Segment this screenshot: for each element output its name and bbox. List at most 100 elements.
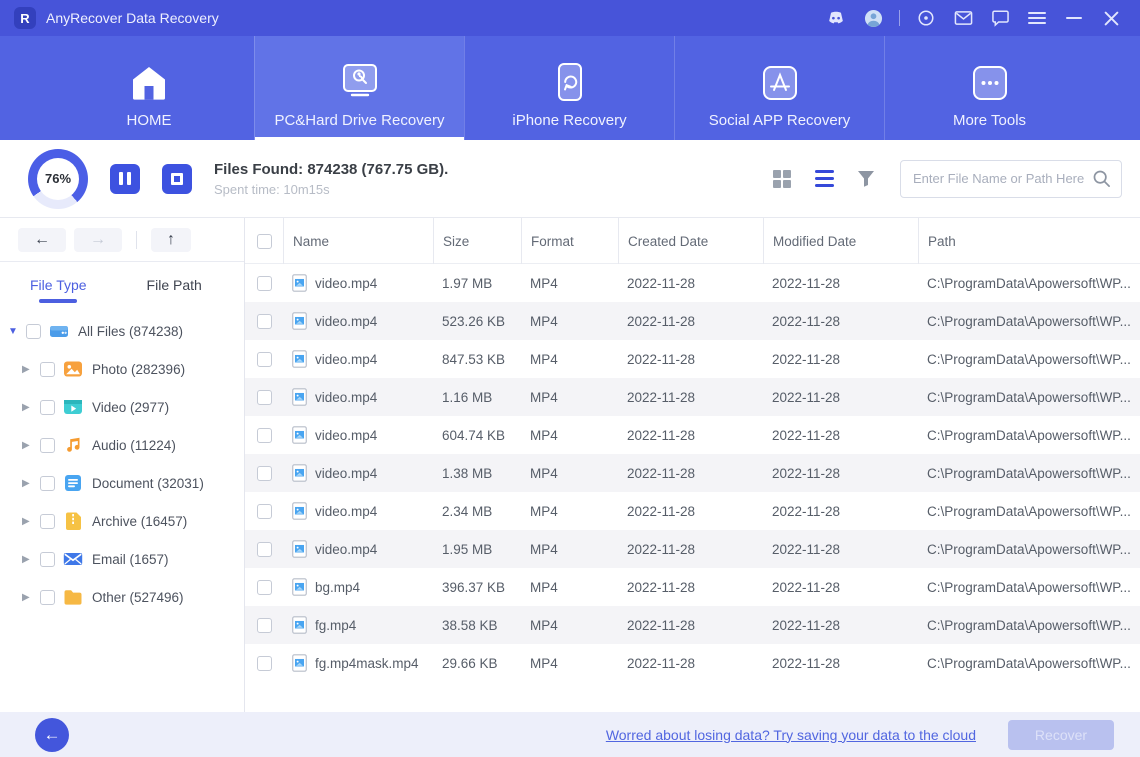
column-header-format[interactable]: Format bbox=[521, 218, 618, 264]
table-row[interactable]: video.mp4 1.95 MB MP4 2022-11-28 2022-11-28 C… bbox=[245, 530, 1140, 568]
table-row[interactable]: video.mp4 604.74 KB MP4 2022-11-28 2022-11-2… bbox=[245, 416, 1140, 454]
expand-arrow-icon[interactable]: ▶ bbox=[22, 478, 36, 489]
file-name: video.mp4 bbox=[315, 541, 378, 557]
table-row[interactable]: fg.mp4mask.mp4 29.66 KB MP4 2022-11-28 2022-… bbox=[245, 644, 1140, 682]
tab-more-tools[interactable]: More Tools bbox=[884, 36, 1094, 140]
tab-file-type[interactable]: File Type bbox=[26, 265, 91, 305]
table-row[interactable]: fg.mp4 38.58 KB MP4 2022-11-28 2022-11-28 C:\… bbox=[245, 606, 1140, 644]
back-arrow-button[interactable]: ← bbox=[18, 227, 66, 252]
table-row[interactable]: video.mp4 1.16 MB MP4 2022-11-28 2022-11-28 C… bbox=[245, 378, 1140, 416]
tree-item-checkbox[interactable] bbox=[40, 437, 55, 453]
search-input[interactable] bbox=[913, 171, 1092, 186]
expand-arrow-icon[interactable]: ▶ bbox=[22, 592, 36, 603]
row-checkbox[interactable] bbox=[256, 351, 272, 367]
file-format: MP4 bbox=[530, 503, 558, 519]
column-header-modified-date[interactable]: Modified Date bbox=[763, 218, 918, 264]
column-header-created-date[interactable]: Created Date bbox=[618, 218, 763, 264]
stop-button[interactable] bbox=[162, 163, 192, 194]
row-checkbox[interactable] bbox=[256, 465, 272, 481]
modified-date: 2022-11-28 bbox=[772, 503, 841, 519]
forward-arrow-button[interactable]: → bbox=[74, 227, 122, 252]
row-checkbox-cell bbox=[245, 503, 283, 519]
up-arrow-button[interactable]: ↑ bbox=[151, 227, 191, 252]
recover-button[interactable]: Recover bbox=[1008, 719, 1114, 750]
mail-icon[interactable] bbox=[948, 5, 978, 31]
created-date: 2022-11-28 bbox=[627, 503, 696, 519]
filter-icon[interactable] bbox=[852, 165, 880, 193]
tree-item-photo[interactable]: ▶ Photo (282396) bbox=[0, 350, 244, 388]
table-row[interactable]: bg.mp4 396.37 KB MP4 2022-11-28 2022-11-28 C:… bbox=[245, 568, 1140, 606]
tab-home[interactable]: HOME bbox=[44, 36, 254, 140]
file-name-cell: fg.mp4mask.mp4 bbox=[283, 654, 433, 672]
pause-button[interactable] bbox=[110, 163, 140, 194]
expand-arrow-icon[interactable]: ▶ bbox=[22, 364, 36, 375]
tree-item-audio[interactable]: ▶ Audio (11224) bbox=[0, 426, 244, 464]
table-row[interactable]: video.mp4 523.26 KB MP4 2022-11-28 2022-11-2… bbox=[245, 302, 1140, 340]
feedback-icon[interactable] bbox=[985, 5, 1015, 31]
search-icon[interactable] bbox=[1092, 169, 1111, 188]
list-view-icon[interactable] bbox=[810, 165, 838, 193]
tree-item-checkbox[interactable] bbox=[40, 551, 55, 567]
tree-item-video[interactable]: ▶ Video (2977) bbox=[0, 388, 244, 426]
modified-date: 2022-11-28 bbox=[772, 617, 841, 633]
select-all-checkbox[interactable] bbox=[256, 233, 272, 249]
row-checkbox[interactable] bbox=[256, 579, 272, 595]
row-checkbox[interactable] bbox=[256, 655, 272, 671]
cloud-save-link[interactable]: Worred about losing data? Try saving you… bbox=[606, 727, 976, 743]
column-header-name[interactable]: Name bbox=[283, 218, 433, 264]
video-file-icon bbox=[292, 464, 307, 482]
row-checkbox[interactable] bbox=[256, 541, 272, 557]
expand-arrow-icon[interactable]: ▶ bbox=[22, 402, 36, 413]
expand-arrow-icon[interactable]: ▶ bbox=[22, 440, 36, 451]
tree-item-checkbox[interactable] bbox=[40, 589, 55, 605]
row-checkbox[interactable] bbox=[256, 389, 272, 405]
column-header-path[interactable]: Path bbox=[918, 218, 1140, 264]
files-found-text: Files Found: 874238 (767.75 GB). bbox=[214, 160, 449, 178]
close-icon[interactable] bbox=[1096, 5, 1126, 31]
tab-pc-hard-drive-recovery[interactable]: PC&Hard Drive Recovery bbox=[254, 36, 464, 140]
grid-view-icon[interactable] bbox=[768, 165, 796, 193]
tab-social-app-recovery[interactable]: Social APP Recovery bbox=[674, 36, 884, 140]
row-checkbox[interactable] bbox=[256, 427, 272, 443]
expand-arrow-icon[interactable]: ▶ bbox=[22, 516, 36, 527]
file-format: MP4 bbox=[530, 579, 558, 595]
discord-icon[interactable] bbox=[821, 5, 851, 31]
file-name: video.mp4 bbox=[315, 351, 378, 367]
tree-item-checkbox[interactable] bbox=[40, 361, 55, 377]
file-size: 604.74 KB bbox=[442, 427, 506, 443]
file-size: 523.26 KB bbox=[442, 313, 506, 329]
target-icon[interactable] bbox=[911, 5, 941, 31]
file-path: C:\ProgramData\Apowersoft\WP... bbox=[927, 655, 1131, 671]
file-name: video.mp4 bbox=[315, 465, 378, 481]
tab-iphone-recovery[interactable]: iPhone Recovery bbox=[464, 36, 674, 140]
tree-item-checkbox[interactable] bbox=[40, 399, 55, 415]
stop-icon bbox=[171, 172, 183, 185]
back-button[interactable]: ← bbox=[35, 717, 69, 752]
table-row[interactable]: video.mp4 847.53 KB MP4 2022-11-28 2022-11-2… bbox=[245, 340, 1140, 378]
tree-item-email[interactable]: ▶ Email (1657) bbox=[0, 540, 244, 578]
tree-item-other[interactable]: ▶ Other (527496) bbox=[0, 578, 244, 616]
tab-file-path[interactable]: File Path bbox=[143, 265, 206, 305]
column-header-size[interactable]: Size bbox=[433, 218, 521, 264]
tree-item-document[interactable]: ▶ Document (32031) bbox=[0, 464, 244, 502]
tree-item-checkbox[interactable] bbox=[40, 475, 55, 491]
account-avatar[interactable] bbox=[858, 5, 888, 31]
row-checkbox[interactable] bbox=[256, 503, 272, 519]
table-row[interactable]: video.mp4 2.34 MB MP4 2022-11-28 2022-11-28 C… bbox=[245, 492, 1140, 530]
minimize-icon[interactable] bbox=[1059, 5, 1089, 31]
menu-icon[interactable] bbox=[1022, 5, 1052, 31]
email-icon bbox=[63, 549, 83, 569]
home-icon bbox=[128, 56, 170, 102]
tree-item-checkbox[interactable] bbox=[26, 323, 41, 339]
expand-arrow-icon[interactable]: ▶ bbox=[22, 554, 36, 565]
tree-item-all-files[interactable]: ▼ All Files (874238) bbox=[0, 312, 244, 350]
row-checkbox[interactable] bbox=[256, 275, 272, 291]
collapse-arrow-icon[interactable]: ▼ bbox=[8, 326, 22, 337]
sidebar-nav-controls: ← → ↑ bbox=[0, 218, 244, 262]
table-row[interactable]: video.mp4 1.38 MB MP4 2022-11-28 2022-11-28 C… bbox=[245, 454, 1140, 492]
tree-item-archive[interactable]: ▶ Archive (16457) bbox=[0, 502, 244, 540]
tree-item-checkbox[interactable] bbox=[40, 513, 55, 529]
table-row[interactable]: video.mp4 1.97 MB MP4 2022-11-28 2022-11-28 C… bbox=[245, 264, 1140, 302]
row-checkbox[interactable] bbox=[256, 313, 272, 329]
row-checkbox[interactable] bbox=[256, 617, 272, 633]
